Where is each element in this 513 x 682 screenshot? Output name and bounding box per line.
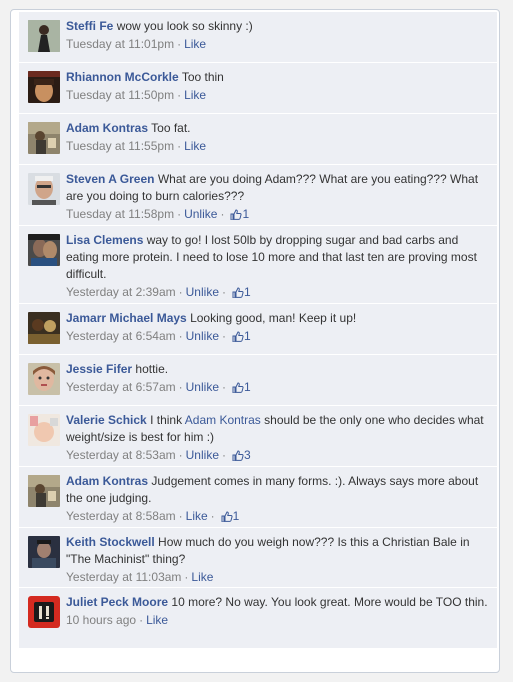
- comment-text: wow you look so skinny :): [116, 19, 253, 33]
- timestamp[interactable]: 10 hours ago: [66, 613, 136, 627]
- comment-text: Too thin: [181, 70, 224, 84]
- avatar[interactable]: [28, 122, 60, 154]
- mention-link[interactable]: Adam Kontras: [185, 413, 261, 427]
- author-name[interactable]: Steffi Fe: [66, 19, 113, 33]
- like-count-value: 1: [244, 285, 251, 299]
- comment-text-before: I think: [150, 413, 183, 427]
- unlike-button[interactable]: Unlike: [186, 285, 219, 299]
- like-button[interactable]: Like: [184, 139, 206, 153]
- thumbs-up-icon: [232, 450, 244, 461]
- timestamp[interactable]: Tuesday at 11:50pm: [66, 88, 174, 102]
- comment-item: Jamarr Michael Mays Looking good, man! K…: [19, 304, 497, 355]
- comment-item: Steffi Fe wow you look so skinny :) Tues…: [19, 12, 497, 63]
- comment-item: Rhiannon McCorkle Too thin Tuesday at 11…: [19, 63, 497, 114]
- thumbs-up-icon: [232, 287, 244, 298]
- avatar[interactable]: [28, 475, 60, 507]
- unlike-button[interactable]: Unlike: [184, 207, 217, 221]
- comment-item: Adam Kontras Too fat. Tuesday at 11:55pm…: [19, 114, 497, 165]
- timestamp[interactable]: Yesterday at 8:53am: [66, 448, 176, 462]
- thumbs-up-icon: [221, 511, 233, 522]
- avatar[interactable]: [28, 173, 60, 205]
- avatar[interactable]: [28, 536, 60, 568]
- author-name[interactable]: Keith Stockwell: [66, 535, 155, 549]
- timestamp[interactable]: Yesterday at 2:39am: [66, 285, 176, 299]
- avatar[interactable]: [28, 234, 60, 266]
- author-name[interactable]: Steven A Green: [66, 172, 154, 186]
- author-name[interactable]: Lisa Clemens: [66, 233, 143, 247]
- timestamp[interactable]: Tuesday at 11:01pm: [66, 37, 174, 51]
- author-name[interactable]: Jessie Fifer: [66, 362, 132, 376]
- avatar[interactable]: [28, 71, 60, 103]
- avatar[interactable]: [28, 414, 60, 446]
- like-count-value: 1: [242, 207, 250, 221]
- timestamp[interactable]: Tuesday at 11:58pm: [66, 207, 174, 221]
- author-name[interactable]: Adam Kontras: [66, 121, 148, 135]
- like-count-value: 1: [244, 329, 251, 343]
- like-button[interactable]: Like: [184, 88, 206, 102]
- comment-item: Steven A Green What are you doing Adam??…: [19, 165, 497, 226]
- timestamp[interactable]: Yesterday at 11:03am: [66, 570, 181, 584]
- avatar[interactable]: [28, 312, 60, 344]
- like-button[interactable]: Like: [184, 37, 206, 51]
- avatar[interactable]: [28, 20, 60, 52]
- like-count[interactable]: 1: [227, 207, 249, 221]
- like-button[interactable]: Like: [146, 613, 168, 627]
- thumbs-up-icon: [232, 331, 244, 342]
- comment-text: Too fat.: [151, 121, 191, 135]
- like-count-value: 1: [232, 509, 240, 523]
- author-name[interactable]: Valerie Schick: [66, 413, 147, 427]
- avatar[interactable]: [28, 363, 60, 395]
- like-count[interactable]: 1: [218, 509, 240, 523]
- like-count[interactable]: 1: [229, 285, 251, 299]
- like-count-value: 1: [244, 380, 251, 394]
- like-button[interactable]: Like: [191, 570, 213, 584]
- timestamp[interactable]: Yesterday at 6:57am: [66, 380, 176, 394]
- like-button[interactable]: Like: [186, 509, 208, 523]
- comment-text: 10 more? No way. You look great. More wo…: [171, 595, 488, 609]
- unlike-button[interactable]: Unlike: [186, 448, 219, 462]
- comment-item: Lisa Clemens way to go! I lost 50lb by d…: [19, 226, 497, 304]
- like-count-value: 3: [244, 448, 251, 462]
- author-name[interactable]: Rhiannon McCorkle: [66, 70, 179, 84]
- like-count[interactable]: 3: [229, 448, 251, 462]
- like-count[interactable]: 1: [229, 380, 251, 394]
- comment-item: Juliet Peck Moore 10 more? No way. You l…: [19, 588, 497, 648]
- like-count[interactable]: 1: [229, 329, 251, 343]
- thumbs-up-icon: [232, 382, 244, 393]
- timestamp[interactable]: Yesterday at 6:54am: [66, 329, 176, 343]
- avatar[interactable]: [28, 596, 60, 628]
- unlike-button[interactable]: Unlike: [186, 329, 219, 343]
- thumbs-up-icon: [230, 209, 242, 220]
- comment-item: Jessie Fifer hottie. Yesterday at 6:57am…: [19, 355, 497, 406]
- comment-text: hottie.: [135, 362, 169, 376]
- author-name[interactable]: Adam Kontras: [66, 474, 148, 488]
- timestamp[interactable]: Yesterday at 8:58am: [66, 509, 176, 523]
- unlike-button[interactable]: Unlike: [186, 380, 219, 394]
- comment-text: Looking good, man! Keep it up!: [190, 311, 357, 325]
- author-name[interactable]: Jamarr Michael Mays: [66, 311, 187, 325]
- timestamp[interactable]: Tuesday at 11:55pm: [66, 139, 174, 153]
- comment-item: Adam Kontras Judgement comes in many for…: [19, 467, 497, 528]
- comment-item: Valerie Schick I think Adam Kontras shou…: [19, 406, 497, 467]
- comment-list: Steffi Fe wow you look so skinny :) Tues…: [19, 12, 497, 648]
- author-name[interactable]: Juliet Peck Moore: [66, 595, 168, 609]
- comment-item: Keith Stockwell How much do you weigh no…: [19, 528, 497, 588]
